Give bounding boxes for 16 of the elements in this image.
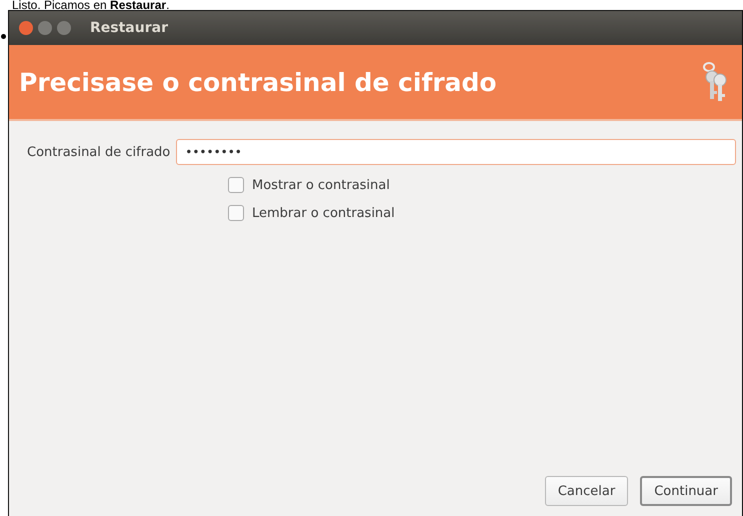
continue-button[interactable]: Continuar [640, 476, 732, 506]
maximize-button[interactable] [57, 21, 71, 35]
password-field[interactable]: •••••••• [176, 139, 736, 165]
window-title: Restaurar [90, 20, 168, 36]
close-button[interactable] [19, 21, 33, 35]
bullet-icon [1, 34, 6, 39]
password-label: Contrasinal de cifrado [27, 144, 170, 160]
cancel-button[interactable]: Cancelar [544, 476, 628, 506]
checkbox-label: Lembrar o contrasinal [252, 206, 395, 220]
checkbox[interactable] [228, 177, 244, 193]
checkbox[interactable] [228, 205, 244, 221]
checkbox-label: Mostrar o contrasinal [252, 178, 390, 192]
minimize-button[interactable] [38, 21, 52, 35]
header-title: Precisase o contrasinal de cifrado [19, 68, 497, 96]
keys-icon [702, 61, 728, 103]
caption-text: Listo. Picamos en Restaurar. [11, 0, 170, 10]
